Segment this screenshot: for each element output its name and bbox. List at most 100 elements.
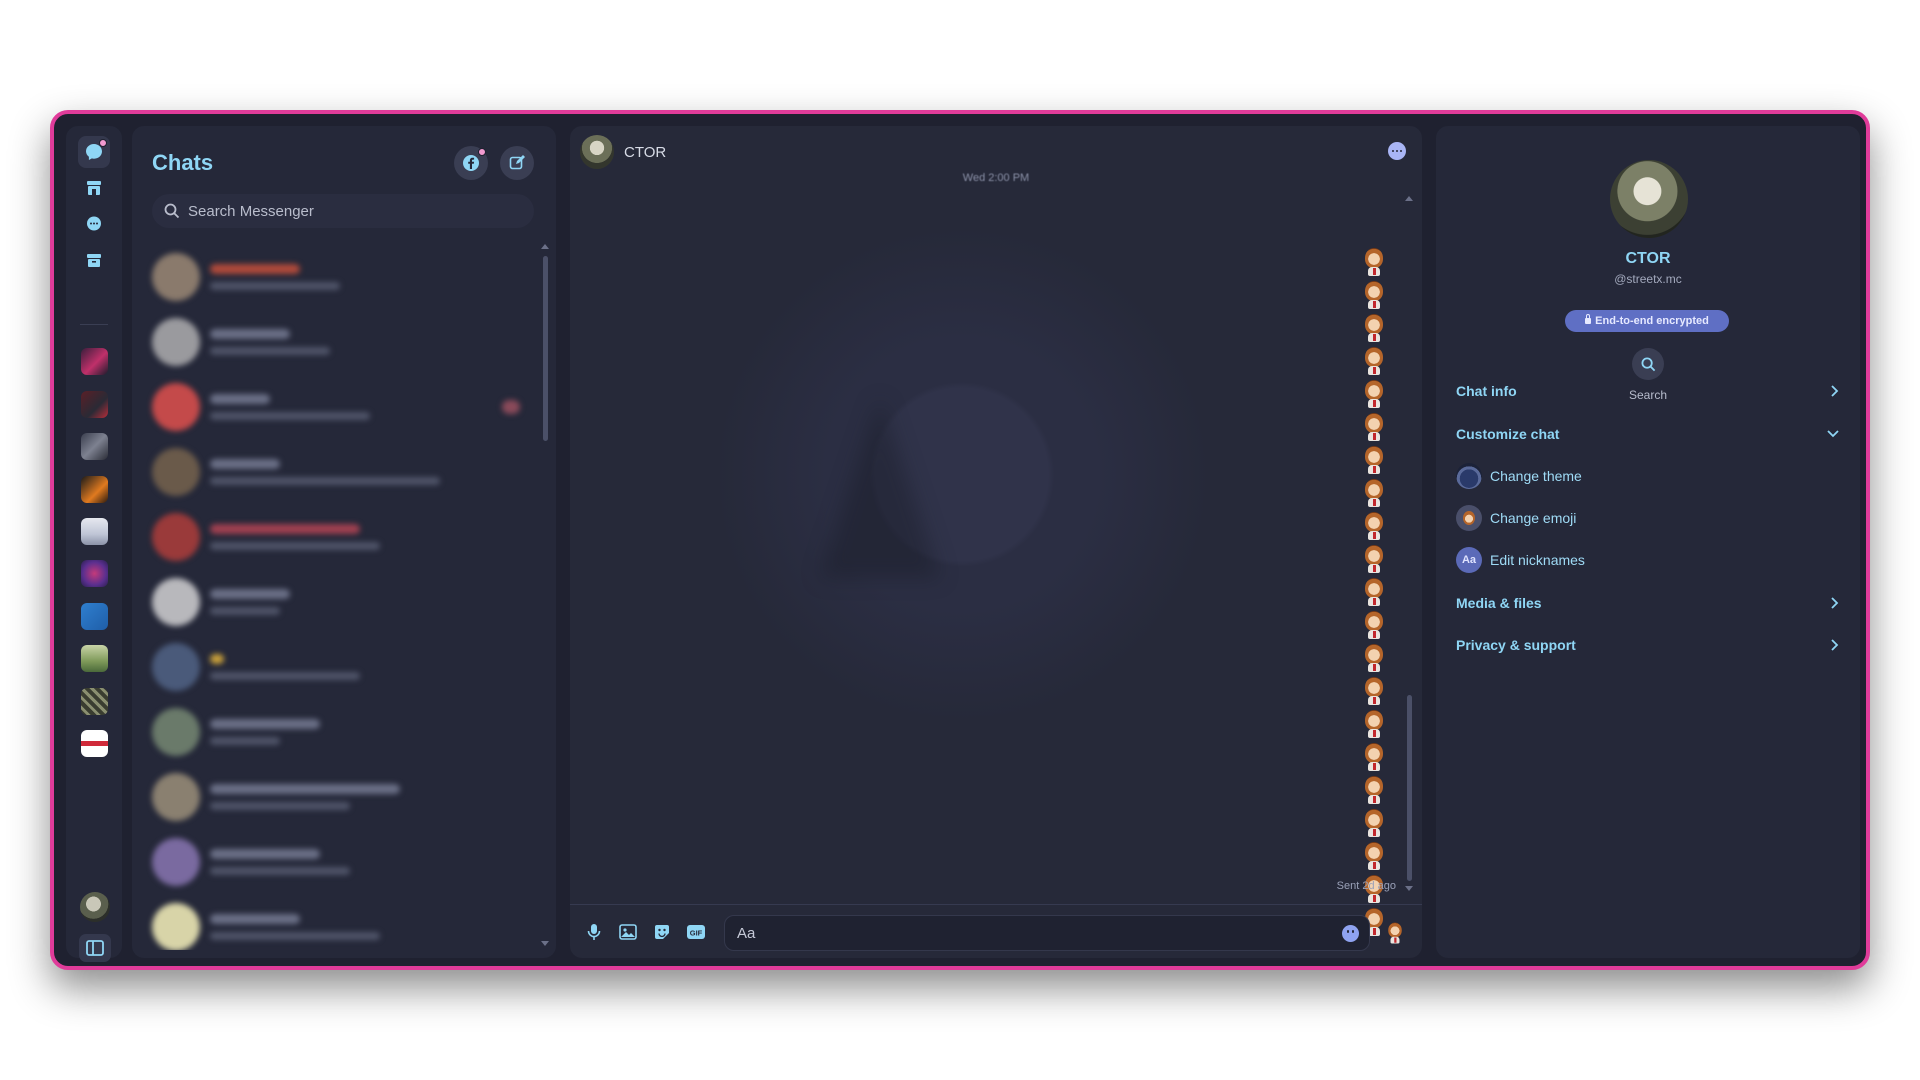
gif-button[interactable]: GIF <box>682 918 710 946</box>
community-avatar[interactable] <box>81 476 108 503</box>
chat-list-item[interactable] <box>146 829 534 894</box>
chat-preview <box>210 783 400 810</box>
emoji-message[interactable] <box>1362 444 1386 477</box>
profile-photo[interactable] <box>1610 160 1688 238</box>
chat-info-label: Chat info <box>1456 383 1517 399</box>
community-avatar[interactable] <box>81 645 108 672</box>
emoji-message[interactable] <box>1362 741 1386 774</box>
emoji-message[interactable] <box>1362 477 1386 510</box>
emoji-message[interactable] <box>1362 675 1386 708</box>
gif-icon: GIF <box>687 924 705 939</box>
emoji-message[interactable] <box>1362 807 1386 840</box>
customize-chat-label: Customize chat <box>1456 426 1560 442</box>
chat-preview <box>210 328 330 355</box>
change-theme-item[interactable]: Change theme <box>1456 461 1582 491</box>
chat-list-scroll-up[interactable] <box>541 244 549 249</box>
chat-list-item[interactable] <box>146 634 534 699</box>
change-emoji-item[interactable]: Change emoji <box>1456 503 1576 533</box>
toggle-sidebar-button[interactable] <box>79 934 111 962</box>
chat-list-item[interactable] <box>146 374 534 439</box>
emoji-message[interactable] <box>1362 312 1386 345</box>
contact-name[interactable]: CTOR <box>624 144 666 161</box>
edit-nicknames-item[interactable]: Aa Edit nicknames <box>1456 545 1585 575</box>
chat-list-item[interactable] <box>146 244 534 309</box>
search-input[interactable] <box>188 202 508 220</box>
search-icon <box>164 203 180 219</box>
conversation-header[interactable]: CTOR <box>570 126 1422 178</box>
community-avatar[interactable] <box>81 518 108 545</box>
sticker-button[interactable] <box>648 918 676 946</box>
emoji-message[interactable] <box>1362 345 1386 378</box>
new-message-button[interactable] <box>500 146 534 180</box>
chat-list-item[interactable] <box>146 894 534 950</box>
chat-avatar <box>152 447 200 496</box>
emoji-message[interactable] <box>1362 279 1386 312</box>
emoji-message[interactable] <box>1362 642 1386 675</box>
theme-background-icon <box>820 398 940 578</box>
media-files-label: Media & files <box>1456 595 1542 611</box>
chat-list-item[interactable] <box>146 699 534 764</box>
compose-icon <box>509 155 525 170</box>
marketplace-nav-button[interactable] <box>78 172 110 204</box>
emoji-message[interactable] <box>1362 609 1386 642</box>
chat-preview <box>210 523 380 550</box>
privacy-support-section[interactable]: Privacy & support <box>1456 630 1840 660</box>
chat-list <box>146 244 534 950</box>
search-icon <box>1641 357 1655 371</box>
rail-divider <box>80 324 108 325</box>
emoji-message[interactable] <box>1362 774 1386 807</box>
messages-scrollbar[interactable] <box>1407 695 1412 881</box>
community-avatar[interactable] <box>81 730 108 757</box>
community-avatar[interactable] <box>81 603 108 630</box>
messages-scroll-up[interactable] <box>1405 196 1413 201</box>
emoji-message[interactable] <box>1362 840 1386 873</box>
chat-list-item[interactable] <box>146 439 534 504</box>
message-input-box[interactable] <box>724 915 1370 951</box>
community-avatar[interactable] <box>81 348 108 375</box>
conversation-info-button[interactable] <box>1388 142 1406 160</box>
chats-nav-button[interactable] <box>78 136 110 168</box>
chevron-right-icon <box>1831 385 1839 397</box>
requests-nav-button[interactable] <box>78 208 110 240</box>
attach-image-button[interactable] <box>614 918 642 946</box>
facebook-button[interactable] <box>454 146 488 180</box>
community-avatar[interactable] <box>81 560 108 587</box>
encryption-badge[interactable]: End-to-end encrypted <box>1565 310 1729 332</box>
archive-icon <box>87 254 101 267</box>
emoji-message[interactable] <box>1362 543 1386 576</box>
chat-list-item[interactable] <box>146 764 534 829</box>
chat-list-scroll-down[interactable] <box>541 941 549 946</box>
emoji-message[interactable] <box>1362 510 1386 543</box>
quick-emoji-button[interactable] <box>1386 921 1406 945</box>
chat-preview <box>210 718 320 745</box>
profile-handle: @streetx.mc <box>1614 272 1682 286</box>
emoji-message[interactable] <box>1362 576 1386 609</box>
community-avatar[interactable] <box>81 688 108 715</box>
emoji-message[interactable] <box>1362 246 1386 279</box>
message-input[interactable] <box>737 924 1317 942</box>
emoji-message[interactable] <box>1362 708 1386 741</box>
community-avatar[interactable] <box>81 391 108 418</box>
emoji-picker-icon[interactable] <box>1342 925 1359 942</box>
customize-chat-section[interactable]: Customize chat <box>1456 419 1840 449</box>
chat-avatar <box>152 707 200 756</box>
chat-avatar <box>152 902 200 950</box>
user-profile-avatar[interactable] <box>80 892 110 922</box>
chat-info-section[interactable]: Chat info <box>1456 376 1840 406</box>
chevron-down-icon <box>1827 430 1839 438</box>
community-avatar[interactable] <box>81 433 108 460</box>
chat-list-scrollbar[interactable] <box>543 256 548 441</box>
emoji-message[interactable] <box>1362 411 1386 444</box>
chat-list-item[interactable] <box>146 309 534 374</box>
chat-avatar <box>152 837 200 886</box>
voice-clip-button[interactable] <box>580 918 608 946</box>
emoji-message[interactable] <box>1362 378 1386 411</box>
chat-list-item[interactable] <box>146 504 534 569</box>
chat-list-item[interactable] <box>146 569 534 634</box>
media-files-section[interactable]: Media & files <box>1456 588 1840 618</box>
search-messenger-field[interactable] <box>152 194 534 228</box>
archive-nav-button[interactable] <box>78 244 110 276</box>
messages-scroll-down[interactable] <box>1405 886 1413 891</box>
change-emoji-label: Change emoji <box>1490 510 1577 526</box>
contact-avatar[interactable] <box>580 135 614 169</box>
